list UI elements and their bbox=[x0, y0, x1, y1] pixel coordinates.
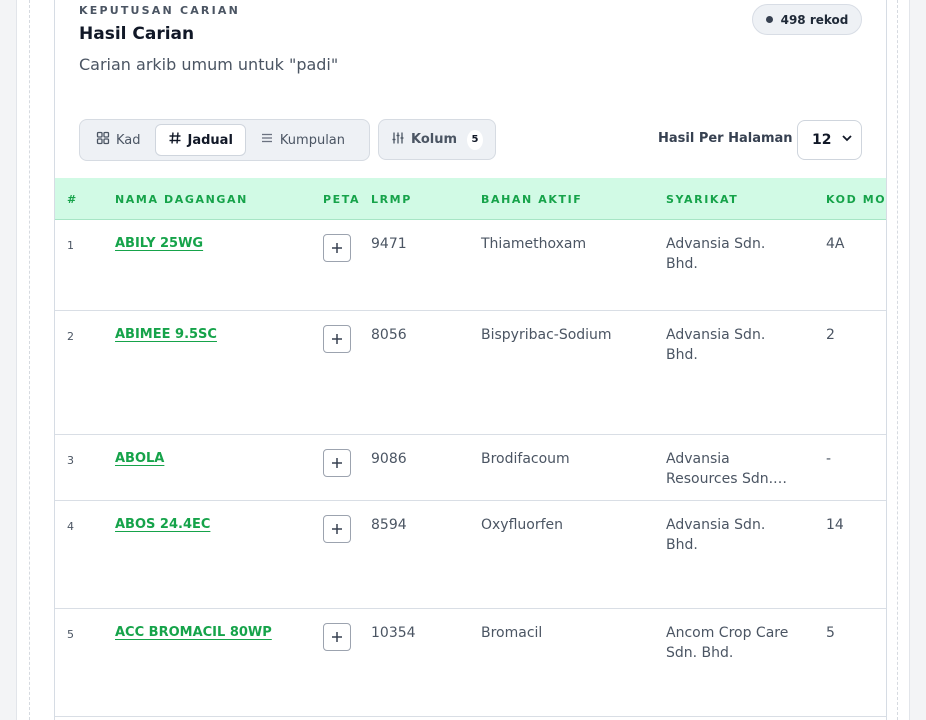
table-row: 2 ABIMEE 9.5SC 8056 Bispyribac-Sodium Ad… bbox=[55, 311, 886, 435]
column-header-moa-code[interactable]: KOD MOA bbox=[826, 193, 886, 206]
moa-code: 2 bbox=[826, 327, 835, 343]
row-number: 5 bbox=[67, 628, 74, 641]
table-row: 5 ACC BROMACIL 80WP 10354 Bromacil Ancom… bbox=[55, 609, 886, 717]
trade-name-link[interactable]: ABIMEE 9.5SC bbox=[115, 325, 217, 345]
lrmp-value: 8056 bbox=[371, 327, 407, 343]
trade-name-link[interactable]: ABOLA bbox=[115, 449, 164, 469]
plus-icon bbox=[332, 458, 342, 468]
plus-icon bbox=[332, 243, 342, 253]
view-table-button[interactable]: Jadual bbox=[154, 124, 246, 156]
lrmp-value: 8594 bbox=[371, 517, 407, 533]
per-page-value: 12 bbox=[812, 132, 832, 148]
page-title: Hasil Carian bbox=[79, 24, 195, 44]
row-number: 3 bbox=[67, 454, 74, 467]
row-number: 2 bbox=[67, 330, 74, 343]
company-name: Advansia Resources Sdn.… bbox=[666, 451, 788, 487]
active-ingredient: Oxyfluorfen bbox=[481, 517, 564, 533]
active-ingredient: Bispyribac-Sodium bbox=[481, 327, 612, 343]
column-header-trade-name[interactable]: NAMA DAGANGAN bbox=[115, 193, 248, 206]
map-add-button[interactable] bbox=[323, 325, 351, 353]
trade-name-link[interactable]: ACC BROMACIL 80WP bbox=[115, 623, 272, 643]
search-description: Carian arkib umum untuk "padi" bbox=[79, 55, 339, 74]
columns-label: Kolum bbox=[411, 132, 458, 147]
map-add-button[interactable] bbox=[323, 234, 351, 262]
lrmp-value: 10354 bbox=[371, 625, 416, 641]
view-card-button[interactable]: Kad bbox=[84, 124, 153, 156]
plus-icon bbox=[332, 632, 342, 642]
table-row: 1 ABILY 25WG 9471 Thiamethoxam Advansia … bbox=[55, 220, 886, 311]
moa-code: - bbox=[826, 451, 832, 467]
section-eyebrow: KEPUTUSAN CARIAN bbox=[79, 4, 241, 17]
view-group-button[interactable]: Kumpulan bbox=[248, 124, 357, 156]
columns-button[interactable]: Kolum 5 bbox=[378, 119, 496, 160]
row-number: 4 bbox=[67, 520, 74, 533]
columns-count-badge: 5 bbox=[467, 129, 483, 150]
column-header-map[interactable]: PETA bbox=[323, 193, 360, 206]
dashed-guide-left bbox=[29, 0, 30, 720]
company-name: Ancom Crop Care Sdn. Bhd. bbox=[666, 625, 789, 661]
grid-icon bbox=[96, 131, 110, 149]
active-ingredient: Brodifacoum bbox=[481, 451, 570, 467]
trade-name-link[interactable]: ABOS 24.4EC bbox=[115, 515, 210, 535]
active-ingredient: Bromacil bbox=[481, 625, 543, 641]
dashed-guide-right bbox=[897, 0, 898, 720]
status-dot-icon bbox=[765, 16, 773, 23]
plus-icon bbox=[332, 524, 342, 534]
table-row: 4 ABOS 24.4EC 8594 Oxyfluorfen Advansia … bbox=[55, 501, 886, 609]
sliders-icon bbox=[391, 131, 405, 149]
company-name: Advansia Sdn. Bhd. bbox=[666, 327, 766, 363]
hash-icon bbox=[168, 131, 182, 149]
table-header: # NAMA DAGANGAN PETA LRMP BAHAN AKTIF SY… bbox=[55, 178, 886, 220]
moa-code: 4A bbox=[826, 236, 845, 252]
view-table-label: Jadual bbox=[187, 132, 233, 148]
map-add-button[interactable] bbox=[323, 449, 351, 477]
results-table: # NAMA DAGANGAN PETA LRMP BAHAN AKTIF SY… bbox=[55, 178, 886, 720]
view-group-label: Kumpulan bbox=[279, 132, 346, 148]
moa-code: 14 bbox=[826, 517, 844, 533]
trade-name-link[interactable]: ABILY 25WG bbox=[115, 234, 203, 254]
list-icon bbox=[260, 131, 274, 149]
chevron-down-icon bbox=[841, 132, 853, 148]
view-card-label: Kad bbox=[116, 132, 141, 148]
column-header-active-ingredient[interactable]: BAHAN AKTIF bbox=[481, 193, 582, 206]
column-header-lrmp[interactable]: LRMP bbox=[371, 193, 412, 206]
view-switcher: Kad Jadual Kumpulan bbox=[79, 119, 370, 161]
lrmp-value: 9471 bbox=[371, 236, 407, 252]
plus-icon bbox=[332, 334, 342, 344]
column-header-number[interactable]: # bbox=[67, 193, 78, 206]
column-header-company[interactable]: SYARIKAT bbox=[666, 193, 738, 206]
company-name: Advansia Sdn. Bhd. bbox=[666, 517, 766, 553]
record-count: 498 rekod bbox=[780, 12, 849, 27]
map-add-button[interactable] bbox=[323, 515, 351, 543]
per-page-label: Hasil Per Halaman bbox=[658, 131, 793, 146]
record-count-badge: 498 rekod bbox=[752, 4, 862, 35]
table-row: 3 ABOLA 9086 Brodifacoum Advansia Resour… bbox=[55, 435, 886, 501]
active-ingredient: Thiamethoxam bbox=[481, 236, 587, 252]
map-add-button[interactable] bbox=[323, 623, 351, 651]
moa-code: 5 bbox=[826, 625, 835, 641]
lrmp-value: 9086 bbox=[371, 451, 407, 467]
company-name: Advansia Sdn. Bhd. bbox=[666, 236, 766, 272]
row-number: 1 bbox=[67, 239, 74, 252]
per-page-select[interactable]: 12 bbox=[797, 120, 862, 160]
